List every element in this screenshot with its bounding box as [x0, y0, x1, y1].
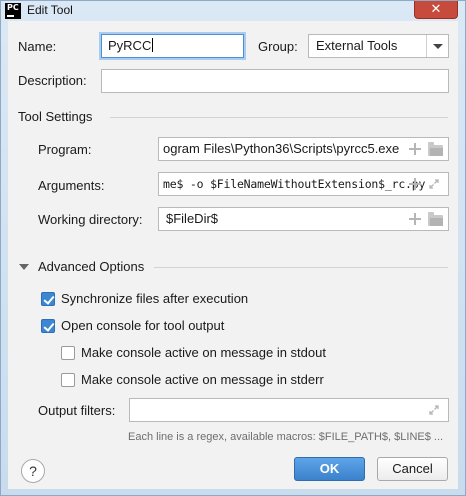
help-icon: ?: [29, 463, 37, 479]
close-icon: ✕: [430, 2, 442, 17]
output-filters-input[interactable]: [129, 398, 449, 422]
sync-files-label[interactable]: Synchronize files after execution: [61, 291, 248, 306]
pycharm-logo-icon: PC: [5, 3, 21, 19]
expand-icon[interactable]: [429, 405, 439, 415]
stderr-active-label[interactable]: Make console active on message in stderr: [81, 372, 324, 387]
arguments-input-value: me$ -o $FileNameWithoutExtension$_rc.py: [163, 177, 426, 191]
cancel-button[interactable]: Cancel: [377, 457, 448, 481]
program-label: Program:: [38, 142, 92, 157]
stdout-active-label[interactable]: Make console active on message in stdout: [81, 345, 326, 360]
section-divider: [154, 267, 448, 268]
group-select-value: External Tools: [316, 38, 398, 53]
open-console-label[interactable]: Open console for tool output: [61, 318, 224, 333]
working-directory-input[interactable]: $FileDir$: [158, 207, 449, 231]
stderr-active-checkbox[interactable]: [61, 373, 75, 387]
help-button[interactable]: ?: [21, 459, 45, 483]
group-label: Group:: [258, 39, 298, 54]
description-label: Description:: [18, 73, 87, 88]
program-input-value: ogram Files\Python36\Scripts\pyrcc5.exe: [163, 141, 400, 156]
app-icon-text: PC: [7, 3, 19, 12]
working-directory-label: Working directory:: [38, 212, 143, 227]
program-input[interactable]: ogram Files\Python36\Scripts\pyrcc5.exe: [158, 137, 449, 161]
close-button[interactable]: ✕: [414, 1, 458, 19]
chevron-down-icon[interactable]: [426, 35, 448, 57]
expand-icon[interactable]: [429, 179, 439, 189]
ok-button[interactable]: OK: [294, 457, 365, 481]
dialog-content: Name: PyRCC Group: External Tools Descri…: [8, 21, 458, 489]
add-macro-icon[interactable]: [409, 143, 421, 155]
name-input-value: PyRCC: [108, 38, 152, 53]
add-macro-icon[interactable]: [409, 213, 421, 225]
folder-icon[interactable]: [428, 212, 443, 226]
title-bar: PC Edit Tool ✕: [1, 1, 465, 21]
tool-settings-header: Tool Settings: [18, 109, 93, 124]
section-divider: [110, 117, 448, 118]
add-macro-icon[interactable]: [409, 178, 421, 190]
group-select[interactable]: External Tools: [308, 34, 449, 58]
sync-files-checkbox[interactable]: [41, 292, 55, 306]
working-directory-value: $FileDir$: [166, 211, 219, 226]
advanced-options-header[interactable]: Advanced Options: [38, 259, 144, 274]
output-filters-hint: Each line is a regex, available macros: …: [128, 431, 444, 443]
output-filters-label: Output filters:: [38, 403, 116, 418]
arguments-label: Arguments:: [38, 178, 105, 193]
name-input[interactable]: PyRCC: [101, 34, 244, 58]
folder-icon[interactable]: [428, 142, 443, 156]
description-input[interactable]: [101, 69, 449, 93]
edit-tool-dialog: PC Edit Tool ✕ Name: PyRCC Group: Extern…: [0, 0, 466, 496]
text-caret: [152, 38, 154, 52]
collapse-triangle-icon[interactable]: [19, 264, 29, 270]
name-label: Name:: [18, 39, 57, 54]
arguments-input[interactable]: me$ -o $FileNameWithoutExtension$_rc.py: [158, 172, 449, 196]
stdout-active-checkbox[interactable]: [61, 346, 75, 360]
open-console-checkbox[interactable]: [41, 319, 55, 333]
window-title: Edit Tool: [27, 3, 73, 17]
